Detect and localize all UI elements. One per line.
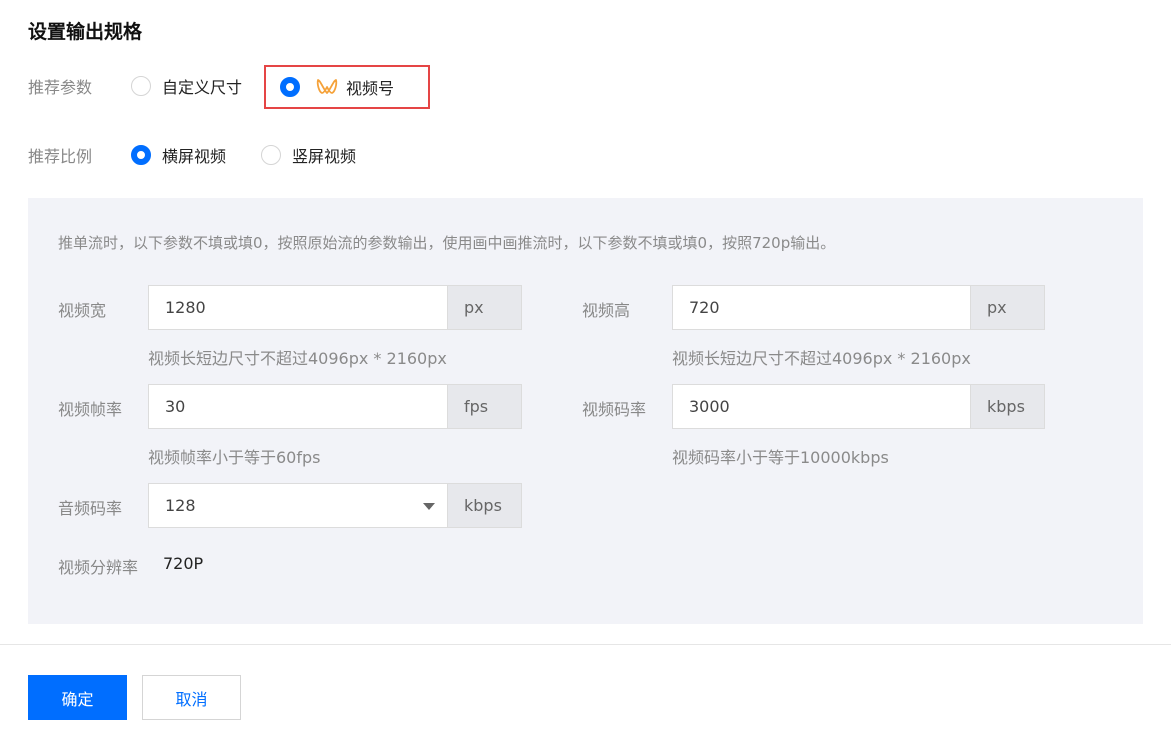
- video-width-hint: 视频长短边尺寸不超过4096px * 2160px: [148, 349, 447, 368]
- radio-custom-size[interactable]: 自定义尺寸: [131, 74, 242, 98]
- panel-note: 推单流时，以下参数不填或填0，按照原始流的参数输出，使用画中画推流时，以下参数不…: [58, 234, 836, 252]
- video-bitrate-unit: kbps: [970, 384, 1045, 429]
- audio-bitrate-value: 128: [165, 496, 196, 515]
- audio-bitrate-label: 音频码率: [58, 499, 123, 518]
- ratio-label: 推荐比例: [28, 147, 93, 166]
- page-title: 设置输出规格: [28, 21, 143, 43]
- radio-circle-checked[interactable]: [131, 145, 151, 165]
- video-bitrate-input[interactable]: 3000: [672, 384, 970, 429]
- footer-divider: [0, 644, 1171, 645]
- chevron-down-icon[interactable]: [423, 503, 435, 510]
- radio-circle[interactable]: [261, 145, 281, 165]
- video-height-unit: px: [970, 285, 1045, 330]
- radio-circle-checked[interactable]: [280, 77, 300, 97]
- video-fps-group: 30 fps: [148, 384, 522, 429]
- output-spec-page: 设置输出规格 推荐参数 自定义尺寸 视频号 推荐比例 横屏视频 竖屏视频 推单流…: [0, 0, 1171, 730]
- video-fps-hint: 视频帧率小于等于60fps: [148, 448, 321, 467]
- audio-bitrate-select[interactable]: 128: [148, 483, 447, 528]
- radio-circle[interactable]: [131, 76, 151, 96]
- video-height-label: 视频高: [582, 301, 631, 320]
- video-fps-input[interactable]: 30: [148, 384, 447, 429]
- audio-bitrate-unit: kbps: [447, 483, 522, 528]
- video-width-input[interactable]: 1280: [148, 285, 447, 330]
- parameter-panel: 推单流时，以下参数不填或填0，按照原始流的参数输出，使用画中画推流时，以下参数不…: [28, 198, 1143, 624]
- video-bitrate-hint: 视频码率小于等于10000kbps: [672, 448, 889, 467]
- recommend-label: 推荐参数: [28, 78, 93, 97]
- video-height-group: 720 px: [672, 285, 1045, 330]
- video-height-input[interactable]: 720: [672, 285, 970, 330]
- radio-portrait-label: 竖屏视频: [292, 147, 357, 166]
- video-fps-unit: fps: [447, 384, 522, 429]
- video-width-unit: px: [447, 285, 522, 330]
- video-bitrate-group: 3000 kbps: [672, 384, 1045, 429]
- cancel-button[interactable]: 取消: [142, 675, 241, 720]
- radio-wechat-channels-label: 视频号: [346, 79, 395, 98]
- resolution-value: 720P: [163, 554, 204, 573]
- resolution-label: 视频分辨率: [58, 558, 139, 577]
- radio-landscape-label: 横屏视频: [162, 147, 227, 166]
- radio-portrait[interactable]: 竖屏视频: [261, 143, 356, 167]
- confirm-button[interactable]: 确定: [28, 675, 127, 720]
- radio-wechat-channels[interactable]: 视频号: [280, 75, 394, 99]
- video-height-hint: 视频长短边尺寸不超过4096px * 2160px: [672, 349, 971, 368]
- video-bitrate-label: 视频码率: [582, 400, 647, 419]
- radio-landscape[interactable]: 横屏视频: [131, 143, 226, 167]
- wechat-channels-icon: [316, 78, 338, 96]
- video-width-group: 1280 px: [148, 285, 522, 330]
- video-width-label: 视频宽: [58, 301, 107, 320]
- audio-bitrate-group: 128 kbps: [148, 483, 522, 528]
- radio-custom-size-label: 自定义尺寸: [162, 78, 243, 97]
- video-fps-label: 视频帧率: [58, 400, 123, 419]
